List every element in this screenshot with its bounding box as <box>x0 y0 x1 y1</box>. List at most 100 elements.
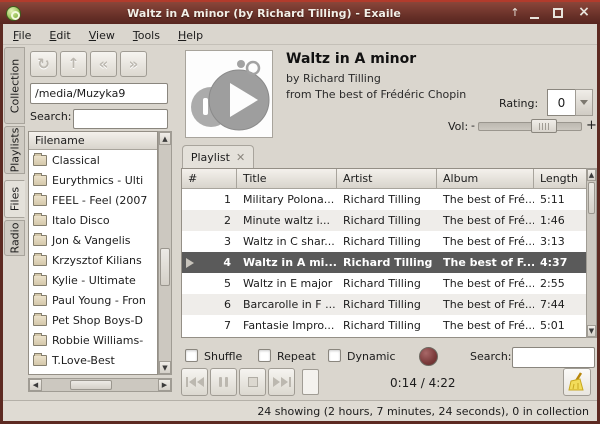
next-icon <box>273 377 291 387</box>
shuffle-label: Shuffle <box>204 350 242 363</box>
sidebar-tab-files[interactable]: Files <box>4 180 25 218</box>
dynamic-label: Dynamic <box>347 350 396 363</box>
close-button[interactable]: × <box>576 6 592 20</box>
playlist-vscroll-thumb[interactable] <box>588 182 595 214</box>
playlist-search-input[interactable] <box>512 347 595 368</box>
playlist-row[interactable]: 5Waltz in E major Richard TillingThe bes… <box>182 273 596 294</box>
menu-help[interactable]: Help <box>178 29 203 42</box>
playlist-scroll-up-arrow[interactable]: ▲ <box>587 169 596 181</box>
playlist-row[interactable]: 2Minute waltz i... Richard TillingThe be… <box>182 210 596 231</box>
folder-icon <box>33 355 47 366</box>
playlist-row[interactable]: 6Barcarolle in F ... Richard TillingThe … <box>182 294 596 315</box>
pause-button[interactable] <box>210 368 237 396</box>
scroll-right-arrow[interactable]: ▶ <box>158 379 171 391</box>
exaile-logo-icon <box>186 51 272 137</box>
playlist-scroll-down-arrow[interactable]: ▼ <box>587 325 596 337</box>
file-item[interactable]: Pet Shop Boys-D <box>29 310 157 330</box>
stop-button[interactable] <box>239 368 266 396</box>
file-item[interactable]: Kylie - Ultimate <box>29 270 157 290</box>
files-hscrollbar[interactable]: ◀ ▶ <box>28 378 172 392</box>
folder-icon <box>33 255 47 266</box>
statusbar: 24 showing (2 hours, 7 minutes, 24 secon… <box>3 400 597 421</box>
folder-icon <box>33 195 47 206</box>
scroll-down-arrow[interactable]: ▼ <box>159 361 171 374</box>
sidebar-tab-collection[interactable]: Collection <box>4 47 25 124</box>
up-arrow-icon: ↑ <box>68 56 80 72</box>
rating-combobox[interactable]: 0 <box>547 89 593 116</box>
playlist-row[interactable]: 7Fantasie Impro... Richard TillingThe be… <box>182 315 596 336</box>
playlist-table: # Title Artist Album Length 1Military Po… <box>181 168 597 338</box>
dynamic-checkbox[interactable] <box>328 349 341 362</box>
scroll-left-arrow[interactable]: ◀ <box>29 379 42 391</box>
file-item[interactable]: Jon & Vangelis <box>29 230 157 250</box>
file-item[interactable]: Italo Disco <box>29 210 157 230</box>
playlist-row-current[interactable]: 4 Waltz in A mi... Richard TillingThe be… <box>182 252 596 273</box>
minimize-button[interactable] <box>530 6 546 20</box>
filename-column-header[interactable]: Filename <box>29 132 150 150</box>
menu-view[interactable]: View <box>89 29 115 42</box>
shade-button[interactable]: ↑ <box>507 6 523 20</box>
sidebar-tab-playlists[interactable]: Playlists <box>4 126 25 174</box>
volume-plus[interactable]: + <box>586 118 597 133</box>
window-title: Waltz in A minor (by Richard Tilling) - … <box>21 7 507 20</box>
volume-minus[interactable]: - <box>471 119 475 132</box>
files-search-input[interactable] <box>73 109 168 129</box>
folder-icon <box>33 295 47 306</box>
playlist-vscrollbar[interactable]: ▲ ▼ <box>586 168 597 338</box>
menu-tools[interactable]: Tools <box>133 29 160 42</box>
back-button[interactable]: « <box>90 51 117 77</box>
file-item[interactable]: Krzysztof Kilians <box>29 250 157 270</box>
folder-icon <box>33 275 47 286</box>
file-item[interactable]: Robbie Williams- <box>29 330 157 350</box>
repeat-checkbox[interactable] <box>258 349 271 362</box>
shuffle-checkbox[interactable] <box>185 349 198 362</box>
broom-icon <box>567 372 587 392</box>
refresh-button[interactable]: ↻ <box>30 51 57 77</box>
menubar: File Edit View Tools Help <box>3 26 597 45</box>
file-item[interactable]: Eurythmics - Ulti <box>29 170 157 190</box>
chevron-down-icon[interactable] <box>575 89 593 116</box>
column-header-album[interactable]: Album <box>437 169 534 189</box>
file-item[interactable]: FEEL - Feel (2007 <box>29 190 157 210</box>
extra-column-header[interactable] <box>150 132 157 150</box>
files-vscroll-thumb[interactable] <box>160 248 170 286</box>
folder-icon <box>33 215 47 226</box>
file-item[interactable]: Classical <box>29 150 157 170</box>
playlist-row[interactable]: 1Military Polona... Richard TillingThe b… <box>182 189 596 210</box>
seek-slider-handle[interactable] <box>302 369 319 395</box>
column-header-length[interactable]: Length <box>534 169 588 189</box>
column-header-artist[interactable]: Artist <box>337 169 437 189</box>
menu-file[interactable]: File <box>13 29 31 42</box>
forward-button[interactable]: » <box>120 51 147 77</box>
files-hscroll-thumb[interactable] <box>70 380 112 390</box>
file-item[interactable]: Paul Young - Fron <box>29 290 157 310</box>
statusbar-text: 24 showing (2 hours, 7 minutes, 24 secon… <box>257 405 589 418</box>
previous-button[interactable] <box>181 368 208 396</box>
volume-slider[interactable] <box>478 122 582 131</box>
sidebar-tab-radio[interactable]: Radio <box>4 220 25 256</box>
file-item[interactable]: T.Love-Best <box>29 350 157 370</box>
go-up-button[interactable]: ↑ <box>60 51 87 77</box>
playlist-tab[interactable]: Playlist ✕ <box>182 145 254 169</box>
column-header-title[interactable]: Title <box>237 169 337 189</box>
refresh-icon: ↻ <box>37 55 50 73</box>
clear-playlist-button[interactable] <box>563 368 591 396</box>
folder-icon <box>33 235 47 246</box>
menu-edit[interactable]: Edit <box>49 29 70 42</box>
playlist-table-header: # Title Artist Album Length <box>182 169 596 189</box>
titlebar[interactable]: Waltz in A minor (by Richard Tilling) - … <box>0 0 600 24</box>
files-search-label: Search: <box>30 110 72 123</box>
files-vscrollbar[interactable]: ▲ ▼ <box>158 131 172 375</box>
volume-slider-thumb[interactable] <box>531 119 557 133</box>
track-title: Waltz in A minor <box>286 51 416 67</box>
next-button[interactable] <box>268 368 295 396</box>
maximize-button[interactable] <box>553 6 569 20</box>
stop-track-button[interactable] <box>419 347 438 366</box>
scroll-up-arrow[interactable]: ▲ <box>159 132 171 145</box>
album-art[interactable] <box>185 50 273 138</box>
playlist-row[interactable]: 3Waltz in C shar... Richard TillingThe b… <box>182 231 596 252</box>
column-header-num[interactable]: # <box>182 169 237 189</box>
playlist-search-label: Search: <box>470 350 512 363</box>
playlist-tab-close-icon[interactable]: ✕ <box>236 151 245 164</box>
path-input[interactable] <box>30 83 168 104</box>
